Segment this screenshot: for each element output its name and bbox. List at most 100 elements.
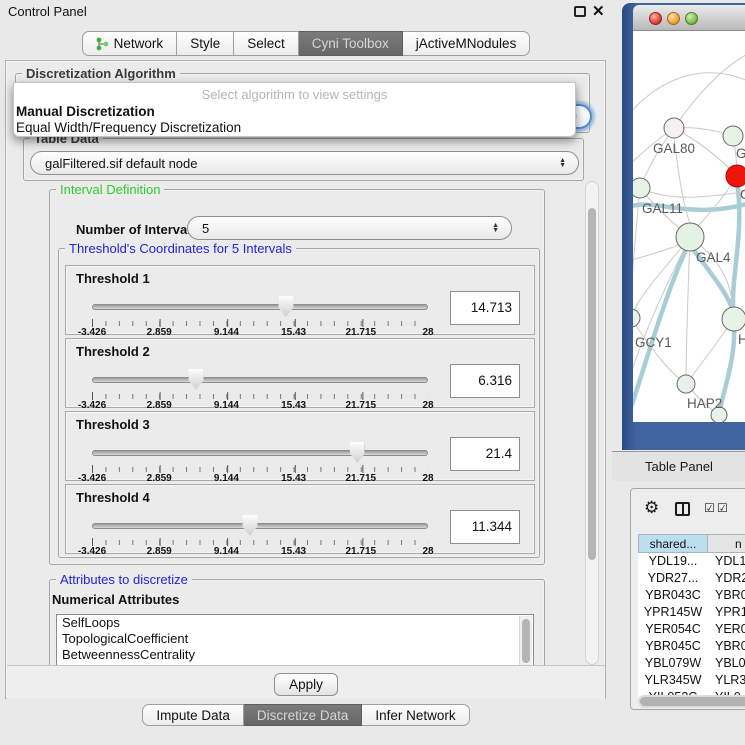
network-edge[interactable] (633, 237, 690, 318)
apply-button[interactable]: Apply (274, 673, 338, 696)
network-edge[interactable] (686, 237, 690, 384)
threshold-slider[interactable]: -3.4262.8599.14415.4321.71528 (92, 412, 428, 482)
tab-select[interactable]: Select (234, 31, 299, 56)
table-row[interactable]: YDL19...YDL1 (638, 553, 745, 570)
network-canvas[interactable]: GAL80GACGAL11GAL4GCY1HHAP2 (633, 31, 745, 422)
minimize-window-icon[interactable] (667, 12, 680, 25)
threshold-value-field[interactable]: 14.713 (450, 291, 520, 325)
network-edge-thick[interactable] (733, 181, 739, 315)
table-cell[interactable]: YDL1 (708, 553, 745, 570)
table-cell[interactable]: YLR3 (708, 672, 745, 689)
threshold-value-field[interactable]: 21.4 (450, 437, 520, 471)
tab-impute-data[interactable]: Impute Data (142, 704, 244, 726)
attribute-list-item[interactable]: SelfLoops (57, 615, 533, 631)
node-label: GAL11 (642, 201, 683, 216)
table-cell[interactable]: YER054C (638, 621, 708, 638)
table-cell[interactable]: YPR1 (708, 604, 745, 621)
settings-scrollbar[interactable] (585, 181, 599, 665)
threshold-slider[interactable]: -3.4262.8599.14415.4321.71528 (92, 339, 428, 409)
network-edge[interactable] (674, 51, 745, 128)
gear-icon[interactable]: ⚙ (644, 498, 659, 518)
tab-discretize-data[interactable]: Discretize Data (244, 704, 363, 726)
table-row[interactable]: YLR345WYLR3 (638, 672, 745, 689)
zoom-window-icon[interactable] (685, 12, 698, 25)
float-panel-icon[interactable] (574, 6, 586, 17)
tab-cyni-toolbox[interactable]: Cyni Toolbox (299, 31, 403, 56)
network-node[interactable] (664, 118, 684, 138)
table-cell[interactable]: YBR0 (708, 638, 745, 655)
table-cell[interactable]: YLR345W (638, 672, 708, 689)
tab-label: Impute Data (156, 705, 230, 726)
network-window-titlebar[interactable] (633, 5, 745, 31)
popup-item-equal-width-frequency[interactable]: Equal Width/Frequency Discretization (16, 120, 241, 135)
network-node[interactable] (726, 165, 745, 187)
slider-thumb[interactable] (242, 515, 257, 536)
network-node[interactable] (633, 178, 650, 198)
checkbox-icon[interactable]: ☑ (704, 501, 715, 515)
table-cell[interactable]: YDR2 (708, 570, 745, 587)
table-row[interactable]: YDR27...YDR2 (638, 570, 745, 587)
network-icon (96, 37, 109, 51)
columns-icon[interactable] (675, 502, 690, 516)
node-label: GAL80 (653, 141, 695, 156)
table-cell[interactable]: YBL0 (708, 655, 745, 672)
table-row[interactable]: YBR043CYBR0 (638, 587, 745, 604)
table-cell[interactable]: YDL19... (638, 553, 708, 570)
list-scrollbar[interactable] (519, 616, 532, 665)
table-cell[interactable]: YDR27... (638, 570, 708, 587)
scrollbar-thumb[interactable] (588, 208, 596, 560)
table-row[interactable]: YPR145WYPR1 (638, 604, 745, 621)
table-cell[interactable]: YBR043C (638, 587, 708, 604)
table-cell[interactable]: YBR045C (638, 638, 708, 655)
slider-thumb[interactable] (278, 296, 293, 317)
column-header-name[interactable]: n (708, 534, 745, 553)
network-node[interactable] (633, 309, 640, 327)
checkbox-icon[interactable]: ☑ (717, 501, 728, 515)
close-window-icon[interactable] (649, 12, 662, 25)
network-node[interactable] (722, 307, 745, 331)
slider-track[interactable] (92, 523, 428, 529)
screen: Control Panel ✕ Network Style Select Cyn… (0, 0, 745, 745)
slider-track[interactable] (92, 304, 428, 310)
table-row[interactable]: YBR045CYBR0 (638, 638, 745, 655)
close-panel-icon[interactable]: ✕ (592, 2, 605, 20)
table-horizontal-scrollbar[interactable] (638, 695, 745, 708)
slider-track[interactable] (92, 377, 428, 383)
attribute-list-item[interactable]: BetweennessCentrality (57, 647, 533, 663)
threshold-value-field[interactable]: 6.316 (450, 364, 520, 398)
table-cell[interactable]: YER0 (708, 621, 745, 638)
threshold-value-field[interactable]: 11.344 (450, 510, 520, 544)
tab-network[interactable]: Network (82, 31, 178, 56)
slider-track[interactable] (92, 450, 428, 456)
scrollbar-thumb[interactable] (640, 697, 745, 706)
network-node[interactable] (723, 126, 743, 146)
algorithm-dropdown-popup: Select algorithm to view settings Manual… (13, 82, 576, 137)
network-edge[interactable] (633, 73, 745, 121)
tab-jactivemnodules[interactable]: jActiveMNodules (403, 31, 531, 56)
network-graph[interactable]: GAL80GACGAL11GAL4GCY1HHAP2 (633, 31, 745, 422)
network-node[interactable] (677, 375, 695, 393)
tab-style[interactable]: Style (177, 31, 234, 56)
group-title: Threshold's Coordinates for 5 Intervals (65, 241, 296, 256)
table-cell[interactable]: YPR145W (638, 604, 708, 621)
table-row[interactable]: YBL079WYBL0 (638, 655, 745, 672)
table-data-combobox[interactable]: galFiltered.sif default node ▲▼ (30, 151, 579, 175)
number-of-intervals-spinner[interactable]: 5 ▲▼ (187, 216, 512, 240)
slider-thumb[interactable] (350, 442, 365, 463)
popup-item-manual-discretization[interactable]: Manual Discretization (16, 104, 155, 119)
attribute-list-item[interactable]: TopologicalCoefficient (57, 631, 533, 647)
column-header-shared[interactable]: shared... (638, 534, 708, 553)
node-table-widget: ⚙ ☑ ☑ shared... n YDL19...YDL1YDR27...YD… (630, 488, 745, 710)
tab-infer-network[interactable]: Infer Network (362, 704, 469, 726)
network-node[interactable] (676, 223, 704, 251)
table-cell[interactable]: YBR0 (708, 587, 745, 604)
slider-thumb[interactable] (189, 369, 204, 390)
table-cell[interactable]: YBL079W (638, 655, 708, 672)
threshold-slider[interactable]: -3.4262.8599.14415.4321.71528 (92, 266, 428, 336)
table-row[interactable]: YER054CYER0 (638, 621, 745, 638)
threshold-slider[interactable]: -3.4262.8599.14415.4321.71528 (92, 485, 428, 555)
numerical-attributes-list[interactable]: SelfLoopsTopologicalCoefficientBetweenne… (56, 614, 534, 665)
network-edge[interactable] (640, 188, 745, 197)
tab-label: jActiveMNodules (416, 32, 517, 56)
scrollbar-thumb[interactable] (522, 619, 530, 663)
